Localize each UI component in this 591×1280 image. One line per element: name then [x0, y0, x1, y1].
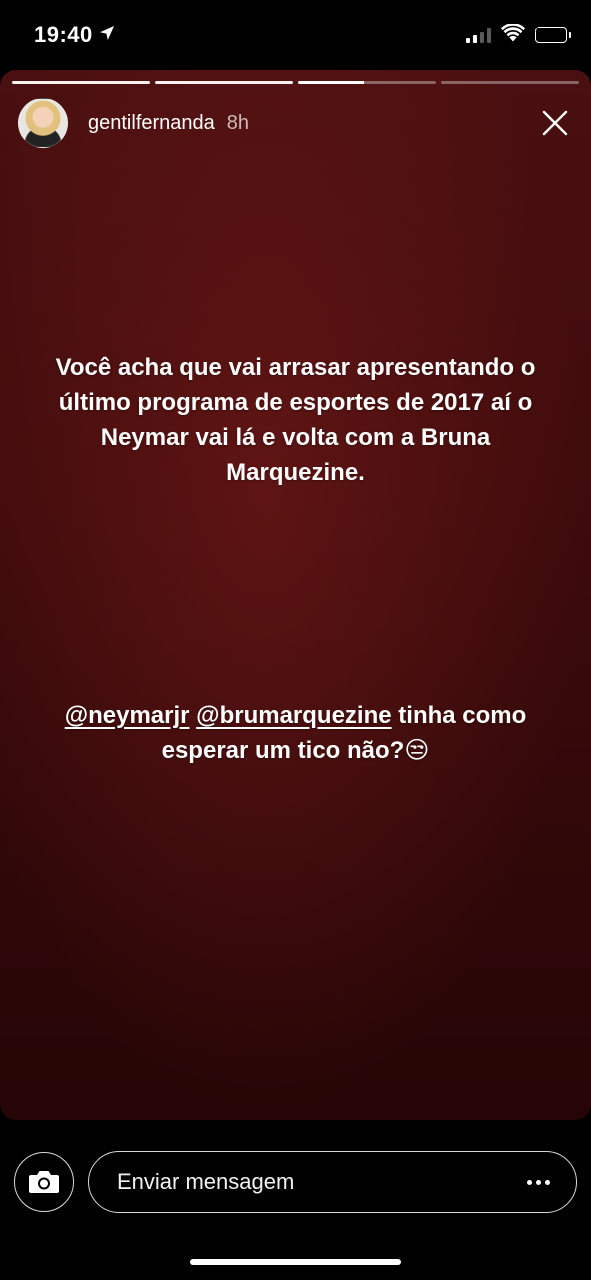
mention-neymarjr[interactable]: @neymarjr — [65, 702, 190, 729]
bolt-icon: ⚡ — [533, 23, 542, 35]
status-bar: 19:40 ⚡ — [0, 0, 591, 70]
location-arrow-icon — [99, 25, 115, 46]
caption-line: último programa de esportes de 2017 aí o — [58, 389, 533, 416]
caption-line: Você acha que vai arrasar apresentando o — [55, 354, 536, 381]
caption-line: Neymar vai lá e volta com a Bruna — [100, 424, 491, 451]
time-ago: 8h — [226, 111, 250, 134]
status-time: 19:40 — [34, 22, 93, 47]
message-placeholder: Enviar mensagem — [117, 1169, 295, 1194]
mention-suffix: tinha como — [391, 702, 527, 729]
message-input[interactable]: Enviar mensagem — [88, 1151, 577, 1213]
home-indicator[interactable] — [190, 1259, 401, 1265]
mention-line: @neymarjr @brumarquezine tinha como — [30, 698, 561, 733]
story-screen: 19:40 ⚡ gentilfernanda 8h Você acha que … — [0, 0, 591, 1280]
camera-icon — [29, 1171, 59, 1193]
battery-charging-icon: ⚡ — [533, 23, 571, 43]
wifi-icon — [501, 22, 525, 47]
progress-segment-current — [298, 81, 436, 84]
story-mentions: @neymarjr @brumarquezine tinha como espe… — [30, 698, 561, 768]
story-card[interactable]: gentilfernanda 8h Você acha que vai arra… — [0, 70, 591, 1120]
story-progress-bar — [12, 81, 579, 84]
story-caption: Você acha que vai arrasar apresentando o… — [30, 350, 561, 490]
mention-line-2: esperar um tico não?😒 — [30, 733, 561, 768]
progress-segment — [441, 81, 579, 84]
status-left: 19:40 — [34, 22, 115, 48]
cellular-signal-icon — [466, 27, 491, 43]
username[interactable]: gentilfernanda — [88, 112, 215, 135]
bottom-bar: Enviar mensagem — [0, 1150, 591, 1214]
progress-segment — [155, 81, 293, 84]
camera-button[interactable] — [14, 1152, 74, 1212]
story-header: gentilfernanda 8h — [18, 98, 575, 148]
question-text: esperar um tico não? — [161, 737, 405, 764]
close-icon — [542, 110, 568, 136]
unamused-emoji: 😒 — [404, 737, 430, 764]
status-right: ⚡ — [466, 22, 571, 47]
progress-segment — [12, 81, 150, 84]
avatar[interactable] — [18, 98, 68, 148]
more-dots-icon[interactable] — [523, 1174, 554, 1191]
mention-brumarquezine[interactable]: @brumarquezine — [196, 702, 391, 729]
close-button[interactable] — [535, 103, 575, 143]
caption-line: Marquezine. — [226, 459, 365, 486]
